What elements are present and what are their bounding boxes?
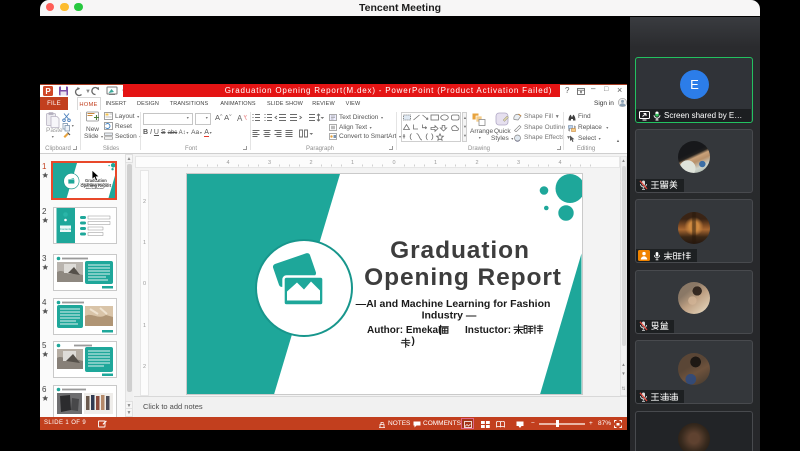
svg-text:Contents: Contents bbox=[60, 227, 72, 231]
svg-text:Author: Emeka(: Author: Emeka( bbox=[367, 325, 442, 336]
svg-text:P: P bbox=[45, 87, 51, 96]
svg-text:A: A bbox=[237, 114, 243, 123]
svg-text:): ) bbox=[412, 336, 415, 347]
svg-text:▼: ▼ bbox=[85, 89, 91, 95]
svg-text:Graduation: Graduation bbox=[390, 237, 530, 264]
svg-text:Industry —: Industry — bbox=[422, 309, 477, 321]
svg-text:—AI and Machine Learning for F: —AI and Machine Learning for Fashion bbox=[356, 298, 551, 310]
svg-text:Instuctor:: Instuctor: bbox=[465, 325, 511, 336]
svg-text:Opening Report: Opening Report bbox=[364, 264, 562, 291]
